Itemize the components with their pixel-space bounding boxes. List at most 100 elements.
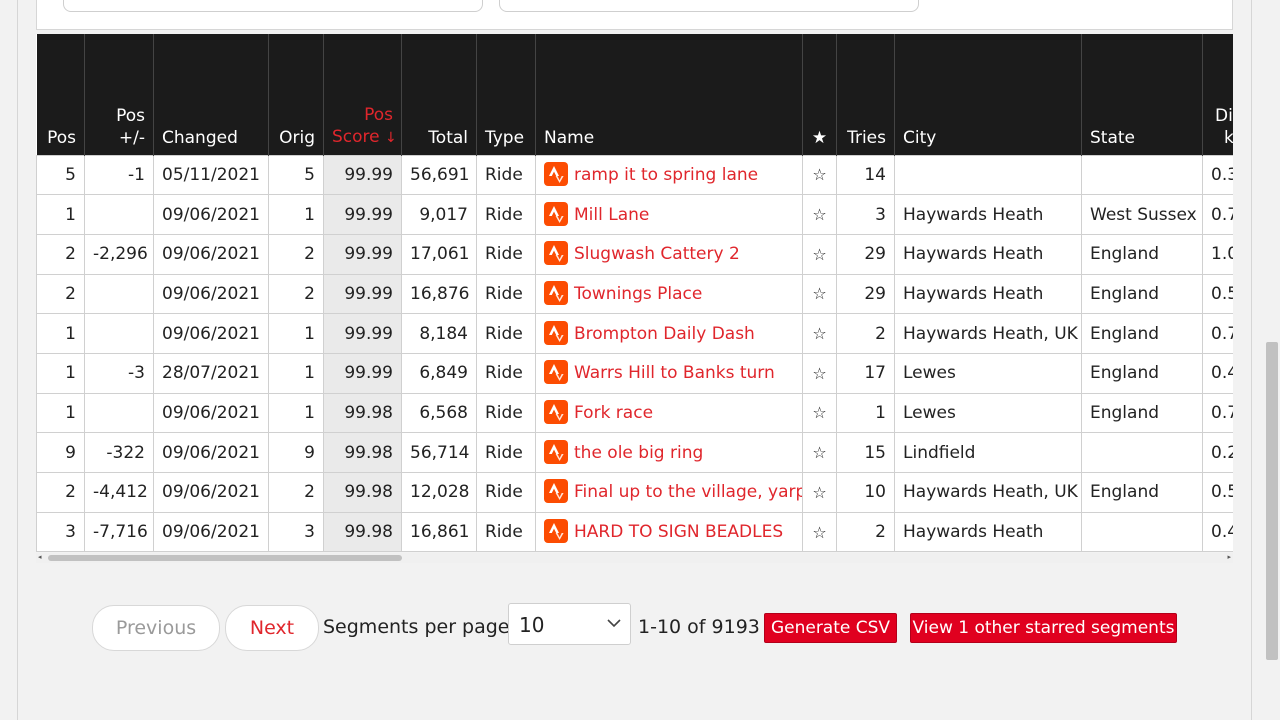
col-header-star[interactable]: ★	[802, 34, 837, 155]
strava-segment-icon[interactable]	[544, 399, 568, 424]
cell-star[interactable]: ☆	[802, 233, 837, 275]
segment-name-link[interactable]: Brompton Daily Dash	[574, 324, 755, 344]
cell-name: Fork race	[535, 392, 803, 434]
table-row: 9 -322 09/06/2021 9 99.98 56,714 Ride the ole b…	[36, 432, 1233, 473]
cell-state: England	[1081, 392, 1203, 434]
cell-changed: 09/06/2021	[153, 511, 269, 552]
cell-total: 16,876	[401, 273, 477, 315]
star-outline-icon[interactable]: ☆	[812, 364, 826, 383]
cell-pos: 2	[36, 472, 85, 513]
cell-orig: 2	[268, 273, 324, 315]
col-header-orig[interactable]: Orig	[268, 34, 324, 155]
cell-distance: 0.4	[1202, 511, 1233, 552]
col-header-total[interactable]: Total	[401, 34, 477, 155]
horizontal-scrollbar[interactable]: ◂ ▸	[36, 553, 1233, 563]
cell-star[interactable]: ☆	[802, 194, 837, 235]
cell-orig: 1	[268, 352, 324, 394]
cell-pos-change	[84, 273, 154, 315]
cell-orig: 1	[268, 392, 324, 434]
cell-pos-score: 99.98	[323, 472, 402, 513]
next-button[interactable]: Next	[225, 605, 319, 651]
col-header-pos[interactable]: Pos	[36, 34, 85, 155]
star-outline-icon[interactable]: ☆	[812, 205, 826, 224]
star-outline-icon[interactable]: ☆	[812, 443, 826, 462]
cell-orig: 5	[268, 154, 324, 196]
cell-pos-score: 99.99	[323, 233, 402, 275]
star-outline-icon[interactable]: ☆	[812, 284, 826, 303]
cell-changed: 09/06/2021	[153, 273, 269, 315]
cell-distance: 1.0	[1202, 233, 1233, 275]
col-header-state[interactable]: State	[1081, 34, 1203, 155]
star-outline-icon[interactable]: ☆	[812, 165, 826, 184]
star-outline-icon[interactable]: ☆	[812, 403, 826, 422]
col-header-tries[interactable]: Tries	[836, 34, 895, 155]
scroll-right-icon[interactable]: ▸	[1227, 553, 1231, 561]
generate-csv-button[interactable]: Generate CSV	[764, 613, 897, 643]
cell-total: 16,861	[401, 511, 477, 552]
segment-name-link[interactable]: Final up to the village, yarp	[574, 482, 802, 502]
cell-star[interactable]: ☆	[802, 154, 837, 196]
filter-input-2[interactable]	[499, 0, 919, 12]
cell-star[interactable]: ☆	[802, 392, 837, 434]
strava-segment-icon[interactable]	[544, 360, 568, 385]
col-header-distance[interactable]: Disk	[1202, 34, 1233, 155]
strava-segment-icon[interactable]	[544, 439, 568, 464]
horizontal-scrollbar-thumb[interactable]	[48, 555, 402, 561]
strava-segment-icon[interactable]	[544, 519, 568, 544]
cell-tries: 10	[836, 472, 895, 513]
view-starred-segments-button[interactable]: View 1 other starred segments	[910, 613, 1177, 643]
segment-name-link[interactable]: Mill Lane	[574, 205, 649, 225]
cell-star[interactable]: ☆	[802, 511, 837, 552]
col-header-pos-change[interactable]: Pos +/-	[84, 34, 154, 155]
cell-city: Haywards Heath	[894, 233, 1082, 275]
cell-state: West Sussex	[1081, 194, 1203, 235]
sort-down-icon: ↓	[385, 129, 397, 146]
cell-star[interactable]: ☆	[802, 472, 837, 513]
segment-name-link[interactable]: Slugwash Cattery 2	[574, 244, 740, 264]
cell-pos: 5	[36, 154, 85, 196]
cell-distance: 0.3	[1202, 154, 1233, 196]
cell-orig: 9	[268, 432, 324, 473]
cell-type: Ride	[476, 432, 536, 473]
cell-state: England	[1081, 273, 1203, 315]
cell-star[interactable]: ☆	[802, 432, 837, 473]
cell-star[interactable]: ☆	[802, 352, 837, 394]
star-outline-icon[interactable]: ☆	[812, 483, 826, 502]
col-header-pos-score[interactable]: Pos Score ↓	[323, 34, 402, 155]
cell-star[interactable]: ☆	[802, 313, 837, 354]
star-outline-icon[interactable]: ☆	[812, 523, 826, 542]
strava-segment-icon[interactable]	[544, 201, 568, 226]
segment-name-link[interactable]: Fork race	[574, 403, 653, 423]
segment-name-link[interactable]: Townings Place	[574, 284, 702, 304]
segment-name-link[interactable]: HARD TO SIGN BEADLES	[574, 522, 783, 542]
segment-name-link[interactable]: ramp it to spring lane	[574, 165, 758, 185]
cell-city: Haywards Heath	[894, 194, 1082, 235]
star-outline-icon[interactable]: ☆	[812, 324, 826, 343]
scroll-left-icon[interactable]: ◂	[38, 553, 42, 561]
strava-segment-icon[interactable]	[544, 241, 568, 266]
col-header-type[interactable]: Type	[476, 34, 536, 155]
cell-city: Haywards Heath, UK	[894, 472, 1082, 513]
col-header-name[interactable]: Name	[535, 34, 803, 155]
strava-segment-icon[interactable]	[544, 161, 568, 186]
cell-pos-change	[84, 392, 154, 434]
cell-total: 56,691	[401, 154, 477, 196]
star-outline-icon[interactable]: ☆	[812, 245, 826, 264]
strava-segment-icon[interactable]	[544, 479, 568, 504]
col-header-changed[interactable]: Changed	[153, 34, 269, 155]
strava-segment-icon[interactable]	[544, 280, 568, 305]
segment-name-link[interactable]: the ole big ring	[574, 443, 703, 463]
cell-pos-score: 99.98	[323, 392, 402, 434]
cell-star[interactable]: ☆	[802, 273, 837, 315]
cell-orig: 1	[268, 313, 324, 354]
segment-name-link[interactable]: Warrs Hill to Banks turn	[574, 363, 775, 383]
cell-tries: 15	[836, 432, 895, 473]
cell-pos-score: 99.99	[323, 154, 402, 196]
filter-input-1[interactable]	[63, 0, 483, 12]
segments-per-page-select[interactable]: 10	[508, 603, 631, 645]
previous-button[interactable]: Previous	[92, 605, 220, 651]
cell-pos-score: 99.98	[323, 432, 402, 473]
cell-pos-score: 99.99	[323, 352, 402, 394]
col-header-city[interactable]: City	[894, 34, 1082, 155]
strava-segment-icon[interactable]	[544, 320, 568, 345]
